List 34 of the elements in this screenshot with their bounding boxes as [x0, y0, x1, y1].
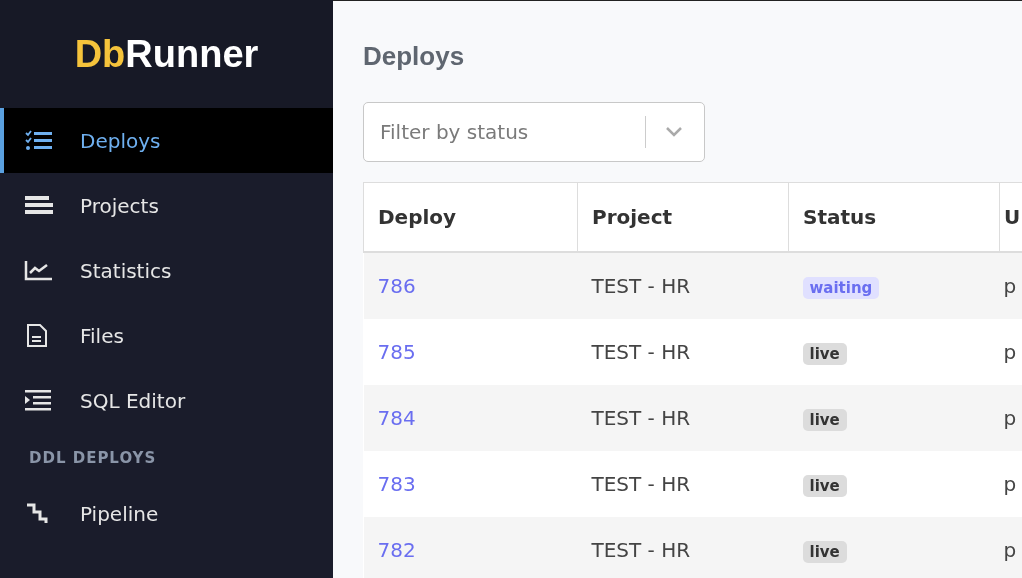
deploy-link[interactable]: 786 [377, 274, 416, 298]
indent-icon [24, 388, 54, 413]
table-cell: TEST - HR [591, 340, 691, 364]
status-badge: live [802, 408, 847, 431]
table-cell: p [1003, 406, 1017, 430]
checklist-icon [24, 128, 54, 153]
deploy-link[interactable]: 783 [377, 472, 416, 496]
sidebar-item[interactable]: Files [0, 303, 333, 368]
section-heading: DDL DEPLOYS [28, 448, 158, 469]
table-cell: p [1003, 340, 1017, 364]
sidebar-item[interactable]: SQL Editor [0, 368, 333, 433]
sidebar-item[interactable]: Pipeline [0, 481, 333, 546]
page-title: Deploys [363, 41, 466, 73]
table-cell: p [1003, 538, 1017, 562]
logo: DbRunner [0, 0, 333, 108]
table-cell: p [1003, 472, 1017, 496]
sidebar-item[interactable]: Deploys [0, 108, 333, 173]
status-badge: waiting [802, 276, 880, 299]
deploy-link[interactable]: 782 [377, 538, 416, 562]
chevron-down-icon [665, 126, 683, 138]
chart-icon [24, 258, 54, 283]
sidebar-item[interactable]: Statistics [0, 238, 333, 303]
table-cell: p [1003, 274, 1017, 298]
status-filter-dropdown[interactable]: Filter by status [363, 102, 705, 162]
status-badge: live [802, 342, 847, 365]
table-cell: TEST - HR [591, 472, 691, 496]
status-badge: live [802, 474, 847, 497]
sidebar-item[interactable]: Projects [0, 173, 333, 238]
deploy-link[interactable]: 785 [377, 340, 416, 364]
table-cell: TEST - HR [591, 274, 691, 298]
table-cell: TEST - HR [591, 538, 691, 562]
status-badge: live [802, 540, 847, 563]
table-cell: TEST - HR [591, 406, 691, 430]
deploy-link[interactable]: 784 [377, 406, 416, 430]
